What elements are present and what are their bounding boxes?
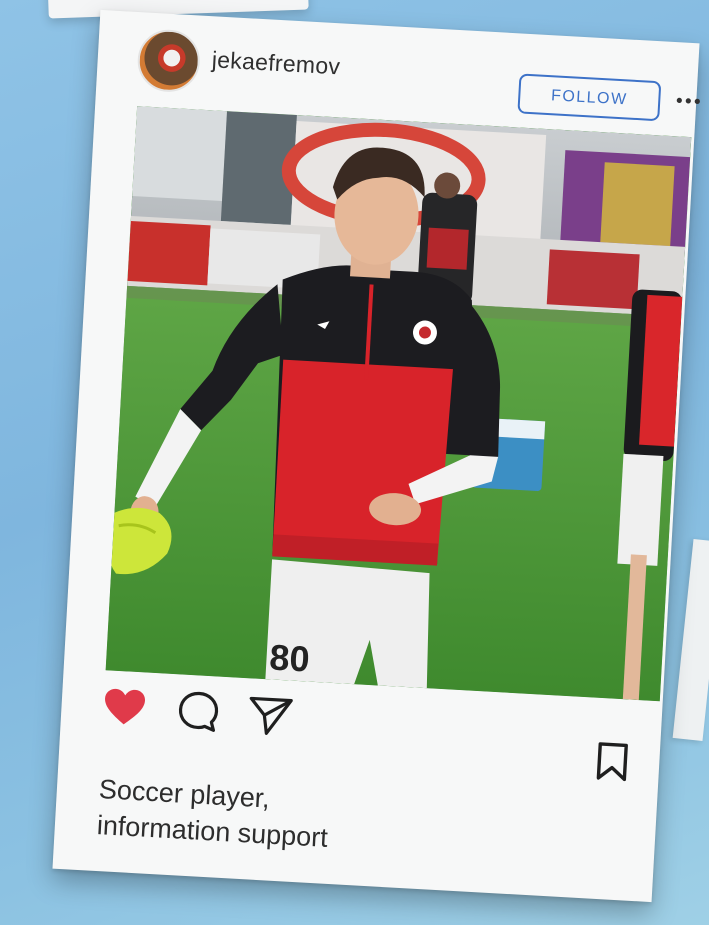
post-photo[interactable]: 80 <box>105 106 692 702</box>
comment-bubble-icon[interactable] <box>176 689 220 733</box>
share-paper-plane-icon[interactable] <box>246 693 294 738</box>
post-action-bar <box>88 682 650 782</box>
svg-text:80: 80 <box>268 636 310 679</box>
soccer-player-photo: 80 <box>105 106 692 702</box>
username[interactable]: jekaefremov <box>211 46 341 80</box>
user-avatar[interactable] <box>136 28 202 94</box>
like-heart-icon[interactable] <box>103 687 147 727</box>
background-post-card-edge <box>672 538 709 742</box>
instagram-post-card: jekaefremov FOLLOW 80 Soccer player, inf… <box>52 9 700 903</box>
bookmark-icon[interactable] <box>594 741 630 783</box>
follow-button[interactable]: FOLLOW <box>517 73 662 122</box>
more-options-icon[interactable] <box>674 90 703 112</box>
post-caption: Soccer player, information support <box>96 771 579 870</box>
